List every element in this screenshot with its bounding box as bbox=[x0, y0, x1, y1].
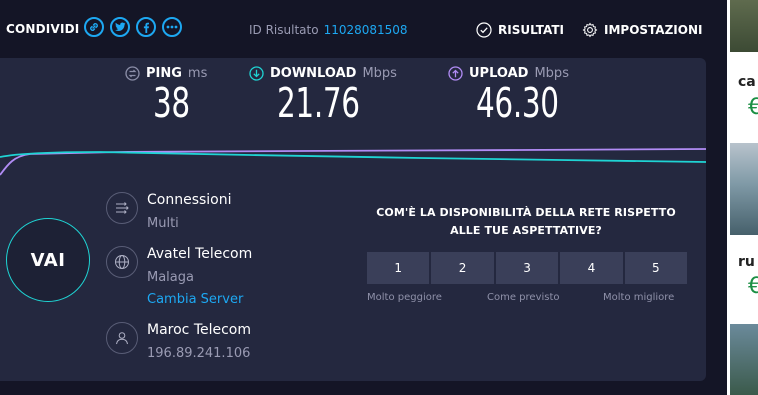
ad-text[interactable]: ru bbox=[738, 254, 755, 270]
user-icon bbox=[106, 322, 138, 354]
upload-value: 46.30 bbox=[476, 79, 559, 127]
ad-image[interactable] bbox=[730, 143, 758, 235]
survey-question: COM'È LA DISPONIBILITÀ DELLA RETE RISPET… bbox=[376, 206, 676, 237]
ping-icon bbox=[125, 66, 140, 81]
ad-price: € bbox=[748, 95, 758, 120]
gear-icon bbox=[582, 22, 598, 38]
download-unit: Mbps bbox=[362, 66, 397, 81]
scale-mid-label: Come previsto bbox=[487, 292, 560, 303]
scale-low-label: Molto peggiore bbox=[367, 292, 442, 303]
connections-mode[interactable]: Multi bbox=[147, 216, 179, 231]
upload-metric: UPLOAD Mbps 46.30 bbox=[448, 66, 591, 125]
connections-title: Connessioni bbox=[147, 192, 232, 208]
ad-text[interactable]: ca bbox=[738, 74, 756, 90]
settings-button[interactable]: IMPOSTAZIONI bbox=[582, 22, 702, 38]
scale-high-label: Molto migliore bbox=[603, 292, 675, 303]
ad-column[interactable]: ca € ru € bbox=[727, 0, 758, 395]
ad-image[interactable] bbox=[730, 0, 758, 52]
download-graph-line bbox=[0, 151, 706, 163]
connections-icon bbox=[106, 192, 138, 224]
rating-option-3[interactable]: 3 bbox=[495, 252, 559, 284]
result-id-label: ID Risultato bbox=[249, 23, 319, 37]
result-id-link[interactable]: 11028081508 bbox=[324, 23, 408, 37]
results-header: CONDIVIDI ID Risultato 11028081508 RISULT… bbox=[0, 0, 712, 58]
speed-graph bbox=[0, 148, 706, 176]
globe-icon bbox=[106, 246, 138, 278]
client-provider: Maroc Telecom bbox=[147, 322, 252, 338]
server-provider: Avatel Telecom bbox=[147, 246, 253, 262]
go-button[interactable]: VAI bbox=[6, 218, 90, 302]
ping-value: 38 bbox=[153, 79, 190, 127]
download-metric: DOWNLOAD Mbps 21.76 bbox=[249, 66, 397, 125]
results-label: RISULTATI bbox=[498, 23, 565, 37]
download-value: 21.76 bbox=[277, 79, 360, 127]
more-icon[interactable] bbox=[162, 17, 182, 37]
share-label: CONDIVIDI bbox=[6, 22, 80, 36]
results-button[interactable]: RISULTATI bbox=[476, 22, 564, 38]
rating-option-4[interactable]: 4 bbox=[560, 252, 623, 284]
ad-price: € bbox=[748, 274, 758, 299]
ping-metric: PING ms 38 bbox=[125, 66, 207, 125]
speedtest-panel: PING ms 38 DOWNLOAD Mbps 21.76 UPLOAD Mb… bbox=[0, 58, 706, 381]
link-icon[interactable] bbox=[84, 17, 104, 37]
ad-image[interactable] bbox=[730, 324, 758, 395]
result-id: ID Risultato 11028081508 bbox=[249, 23, 408, 37]
server-city: Malaga bbox=[147, 270, 194, 285]
upload-arrow-icon bbox=[448, 66, 463, 81]
rating-option-2[interactable]: 2 bbox=[431, 252, 494, 284]
rating-option-5[interactable]: 5 bbox=[624, 252, 688, 284]
share-buttons bbox=[84, 17, 182, 37]
settings-label: IMPOSTAZIONI bbox=[604, 23, 703, 37]
twitter-icon[interactable] bbox=[110, 17, 130, 37]
check-circle-icon bbox=[476, 22, 492, 38]
facebook-icon[interactable] bbox=[136, 17, 156, 37]
ping-unit: ms bbox=[187, 66, 208, 81]
client-ip: 196.89.241.106 bbox=[147, 346, 251, 361]
download-arrow-icon bbox=[249, 66, 264, 81]
survey-rating-scale: 1 2 3 4 5 bbox=[367, 252, 688, 284]
change-server-link[interactable]: Cambia Server bbox=[147, 292, 243, 307]
rating-option-1[interactable]: 1 bbox=[367, 252, 430, 284]
